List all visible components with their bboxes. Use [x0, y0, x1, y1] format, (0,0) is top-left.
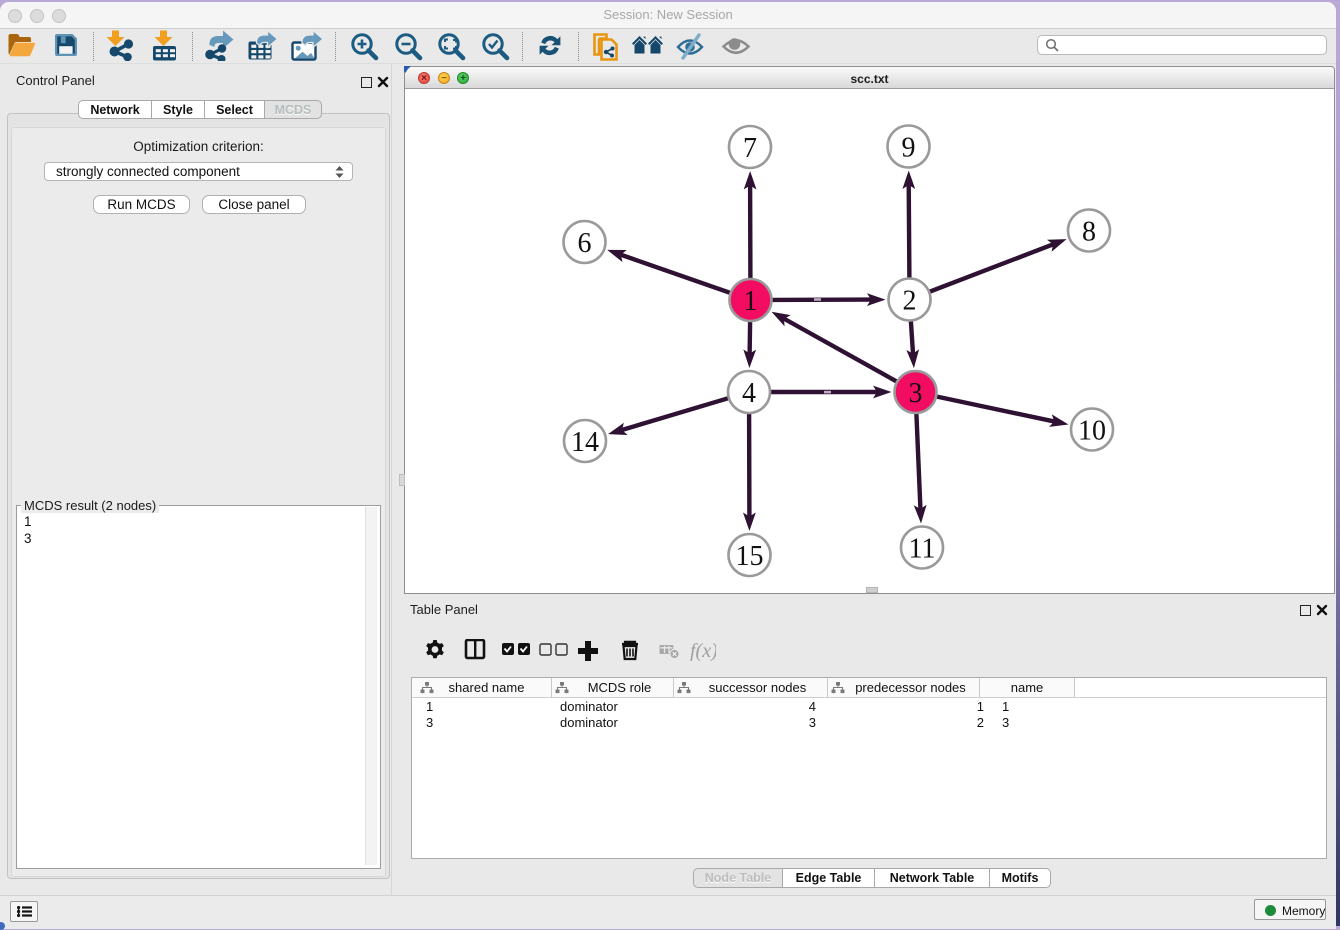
svg-text:6: 6 — [578, 228, 592, 259]
svg-text:15: 15 — [736, 541, 764, 572]
svg-text:3: 3 — [909, 378, 923, 409]
svg-text:2: 2 — [903, 286, 917, 317]
svg-text:8: 8 — [1082, 217, 1096, 248]
svg-text:7: 7 — [743, 133, 757, 164]
svg-text:f(x): f(x) — [690, 640, 716, 661]
svg-text:9: 9 — [902, 133, 916, 164]
svg-text:1: 1 — [744, 286, 758, 317]
svg-text:14: 14 — [571, 427, 599, 458]
svg-text:10: 10 — [1078, 416, 1106, 447]
svg-text:11: 11 — [909, 534, 936, 565]
svg-text:4: 4 — [742, 378, 756, 409]
